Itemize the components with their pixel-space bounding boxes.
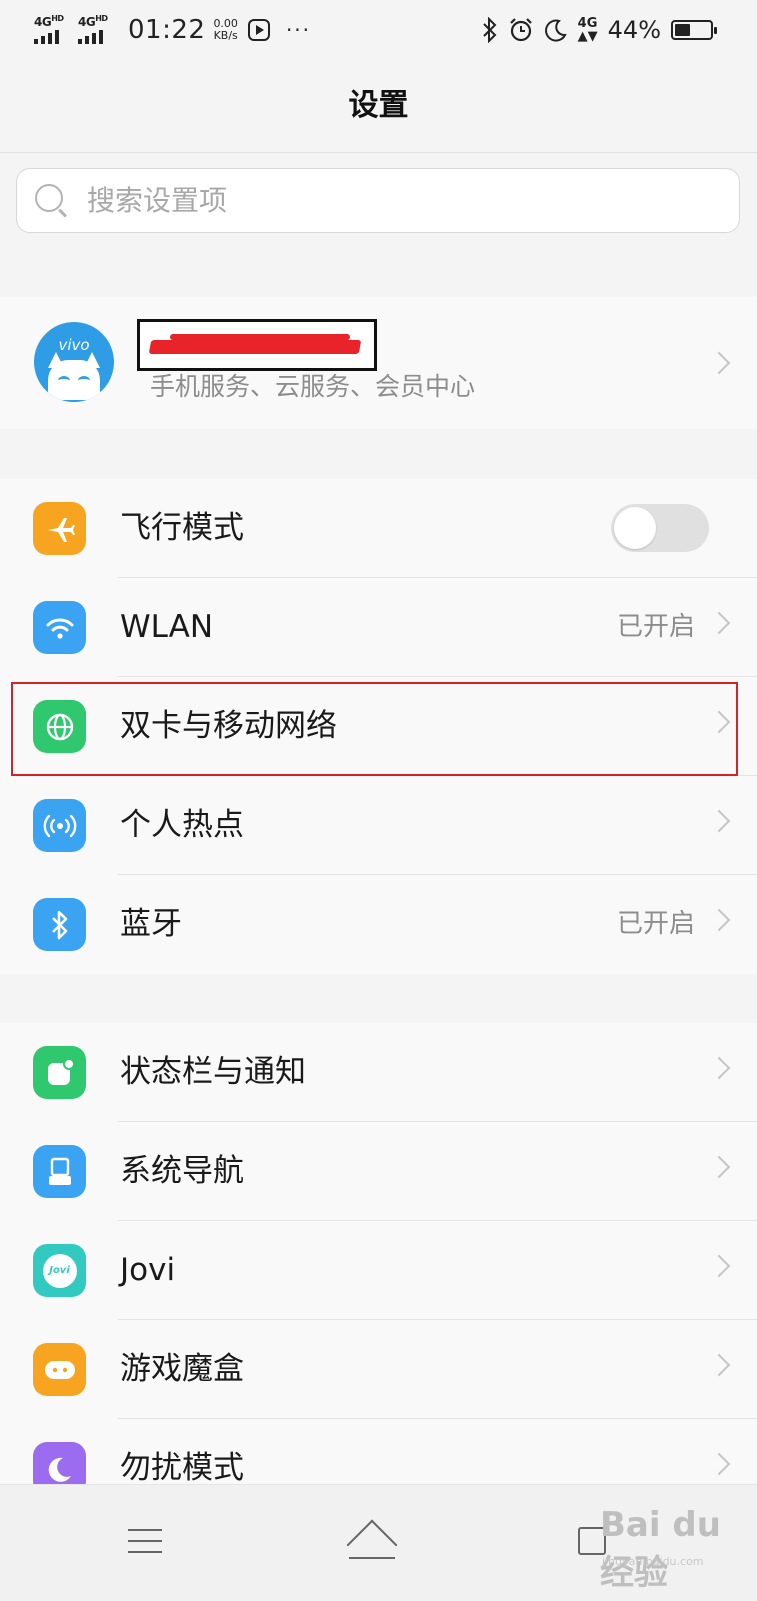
settings-row-game-box[interactable]: 游戏魔盒 [0, 1320, 757, 1419]
settings-row-airplane-mode[interactable]: 飞行模式 [0, 479, 757, 578]
clock: 01:22 [128, 15, 206, 45]
settings-row-label: 状态栏与通知 [120, 1054, 306, 1090]
wifi-icon [33, 601, 86, 654]
settings-row-label: Jovi [120, 1252, 176, 1288]
hotspot-icon [33, 799, 86, 852]
battery-percent: 44% [607, 16, 661, 44]
settings-row-jovi[interactable]: Jovi Jovi [0, 1221, 757, 1320]
chevron-right-icon [707, 809, 731, 833]
chevron-right-icon [707, 1353, 731, 1377]
chevron-right-icon [707, 1452, 731, 1476]
airplane-mode-toggle[interactable] [611, 504, 709, 552]
game-box-icon [33, 1343, 86, 1396]
bluetooth-icon [33, 898, 86, 951]
watermark-url: jingyan.baidu.com [602, 1555, 704, 1568]
settings-row-system-navigation[interactable]: 系统导航 [0, 1122, 757, 1221]
sim1-signal-icon: 4GHD [34, 12, 72, 48]
battery-icon [671, 20, 717, 40]
settings-row-label: WLAN [120, 609, 214, 645]
chevron-right-icon [707, 611, 731, 635]
chevron-right-icon [707, 351, 731, 375]
settings-row-bluetooth[interactable]: 蓝牙 已开启 [0, 875, 757, 974]
redacted-account-name [137, 319, 377, 371]
account-row[interactable]: vivo 手机服务、云服务、会员中心 [0, 297, 757, 429]
watermark: Bai du 经验 [600, 1505, 721, 1593]
network-speed: 0.00 KB/s [213, 17, 238, 42]
navigation-bar: Bai du 经验 jingyan.baidu.com [0, 1484, 757, 1601]
chevron-right-icon [707, 710, 731, 734]
moon-status-icon [544, 19, 567, 42]
title-divider [0, 152, 757, 153]
connectivity-group: 飞行模式 WLAN 已开启 双卡与移动网络 个人热点 蓝牙 已开启 [0, 479, 757, 974]
menu-icon[interactable] [128, 1529, 162, 1555]
settings-row-label: 蓝牙 [120, 906, 182, 942]
settings-row-value: 已开启 [616, 909, 695, 939]
chevron-right-icon [707, 1254, 731, 1278]
more-notifications-icon: ··· [285, 18, 312, 42]
search-bar[interactable] [16, 168, 740, 233]
chevron-right-icon [707, 1056, 731, 1080]
settings-row-label: 游戏魔盒 [120, 1351, 244, 1387]
network-type-icon: 4G ▲▼ [577, 16, 598, 44]
search-icon [35, 183, 69, 218]
settings-row-label: 系统导航 [120, 1153, 244, 1189]
search-input[interactable] [85, 183, 649, 218]
navigation-icon [33, 1145, 86, 1198]
chevron-right-icon [707, 908, 731, 932]
settings-row-value: 已开启 [616, 612, 695, 642]
settings-row-label: 个人热点 [120, 807, 244, 843]
screen-record-icon [247, 19, 270, 41]
settings-row-label: 双卡与移动网络 [120, 708, 337, 744]
settings-row-wlan[interactable]: WLAN 已开启 [0, 578, 757, 677]
chevron-right-icon [707, 1155, 731, 1179]
avatar: vivo [34, 322, 114, 402]
status-bar: 4GHD 4GHD 01:22 0.00 KB/s ··· 4G ▲▼ 44% [0, 0, 757, 58]
globe-icon [33, 700, 86, 753]
bluetooth-status-icon [482, 17, 497, 43]
airplane-icon [33, 502, 86, 555]
sim2-signal-icon: 4GHD [78, 12, 116, 48]
account-subtitle: 手机服务、云服务、会员中心 [150, 372, 476, 401]
page-title: 设置 [348, 88, 409, 123]
system-group: 状态栏与通知 系统导航 Jovi Jovi 游戏魔盒 勿扰模式 [0, 1023, 757, 1503]
settings-row-personal-hotspot[interactable]: 个人热点 [0, 776, 757, 875]
home-icon[interactable] [346, 1517, 398, 1571]
settings-row-dual-sim-mobile-network[interactable]: 双卡与移动网络 [0, 677, 757, 776]
settings-row-label: 飞行模式 [120, 510, 244, 546]
settings-row-status-bar-notifications[interactable]: 状态栏与通知 [0, 1023, 757, 1122]
jovi-icon: Jovi [33, 1244, 86, 1297]
notification-icon [33, 1046, 86, 1099]
alarm-icon [509, 18, 532, 42]
